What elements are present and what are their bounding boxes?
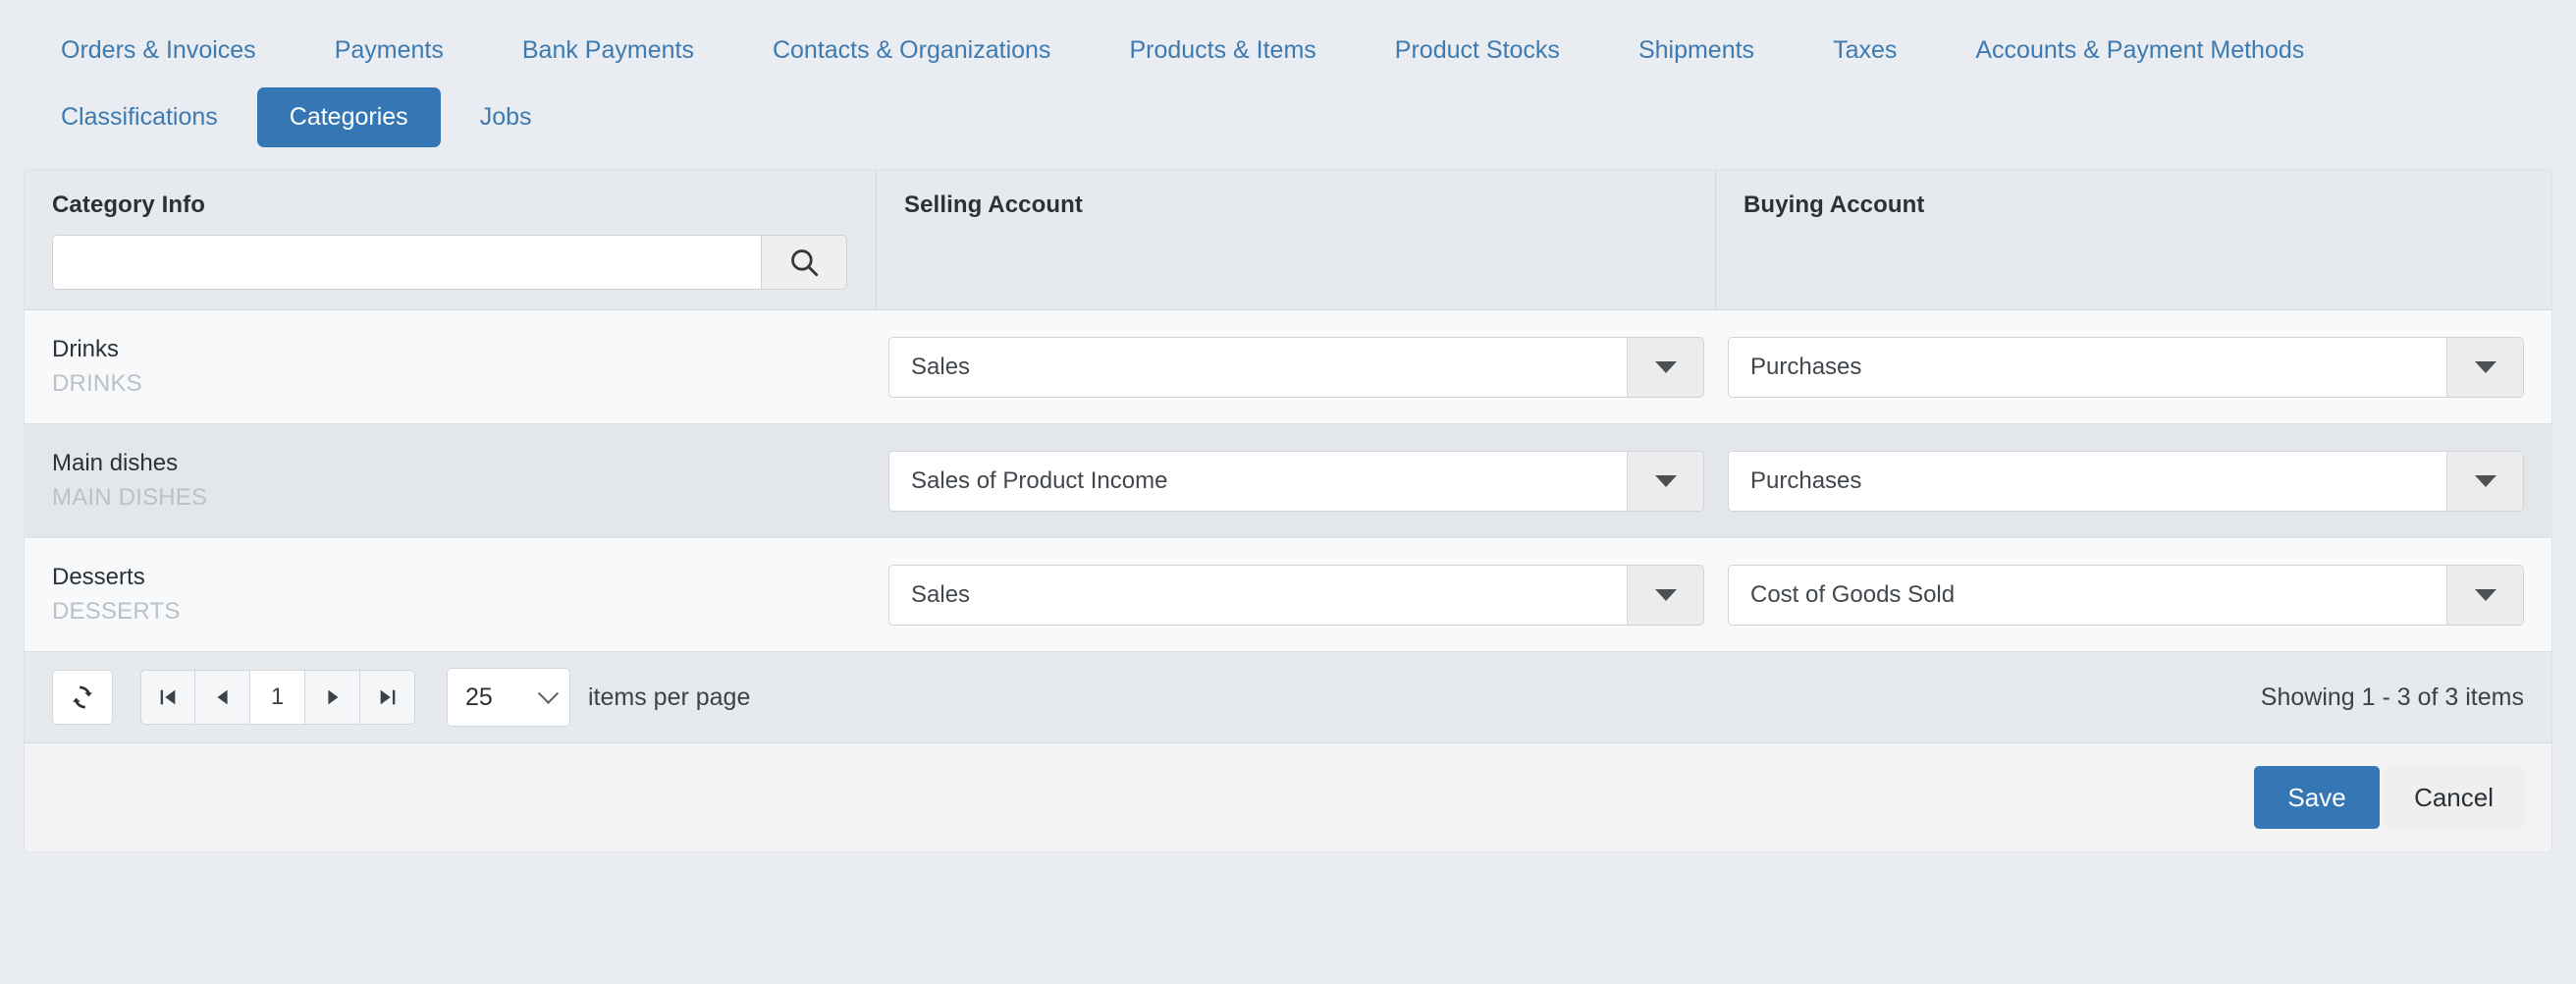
chevron-down-icon	[2474, 360, 2496, 373]
nav-item-jobs[interactable]: Jobs	[441, 104, 571, 130]
nav-item-taxes[interactable]: Taxes	[1794, 37, 1936, 63]
selling-account-dropdown[interactable]: Sales	[888, 564, 1704, 626]
previous-page-icon	[212, 686, 234, 708]
category-name: Main dishes	[52, 449, 179, 476]
cell-selling-account: Sales	[877, 538, 1716, 651]
nav-row-secondary: Classifications Categories Jobs	[0, 79, 2576, 151]
cell-buying-account: Purchases	[1716, 424, 2551, 537]
column-header-selling-account: Selling Account	[877, 170, 1716, 309]
chevron-down-icon	[2474, 474, 2496, 487]
selling-account-dropdown-toggle[interactable]	[1627, 451, 1703, 511]
page-navigation-group: 1	[140, 670, 415, 725]
main-navigation: Orders & Invoices Payments Bank Payments…	[0, 0, 2576, 151]
selling-account-value[interactable]: Sales	[889, 337, 1627, 397]
chevron-down-icon	[2474, 588, 2496, 601]
search-button[interactable]	[761, 235, 847, 290]
first-page-button[interactable]	[140, 670, 195, 725]
column-title-selling-account: Selling Account	[904, 191, 1083, 218]
search-input[interactable]	[52, 235, 761, 290]
chevron-down-icon	[537, 683, 560, 704]
selling-account-dropdown[interactable]: Sales of Product Income	[888, 450, 1704, 512]
buying-account-dropdown[interactable]: Purchases	[1728, 450, 2524, 512]
refresh-button[interactable]	[52, 670, 113, 725]
buying-account-dropdown-toggle[interactable]	[2446, 565, 2523, 625]
nav-item-categories[interactable]: Categories	[256, 86, 441, 147]
category-code: MAIN DISHES	[52, 483, 208, 511]
first-page-icon	[157, 686, 179, 708]
chevron-down-icon	[1654, 588, 1677, 601]
buying-account-dropdown-toggle[interactable]	[2446, 451, 2523, 511]
buying-account-value[interactable]: Purchases	[1729, 337, 2446, 397]
form-actions: Save Cancel	[25, 743, 2551, 851]
cancel-button[interactable]: Cancel	[2384, 766, 2524, 829]
column-header-category-info: Category Info	[25, 170, 877, 309]
grid-header: Category Info Selling Account Buying Acc…	[25, 170, 2551, 310]
column-title-category-info: Category Info	[52, 191, 205, 218]
previous-page-button[interactable]	[195, 670, 250, 725]
chevron-down-icon	[1654, 360, 1677, 373]
column-title-buying-account: Buying Account	[1744, 191, 1925, 218]
showing-items-status: Showing 1 - 3 of 3 items	[2260, 683, 2524, 711]
category-name: Drinks	[52, 335, 120, 362]
category-code: DESSERTS	[52, 597, 181, 625]
buying-account-dropdown[interactable]: Purchases	[1728, 336, 2524, 398]
selling-account-dropdown-toggle[interactable]	[1627, 565, 1703, 625]
last-page-button[interactable]	[360, 670, 415, 725]
buying-account-value[interactable]: Purchases	[1729, 451, 2446, 511]
cell-buying-account: Purchases	[1716, 310, 2551, 423]
next-page-button[interactable]	[305, 670, 360, 725]
categories-panel: Category Info Selling Account Buying Acc…	[24, 169, 2552, 852]
table-row: Main dishes MAIN DISHES Sales of Product…	[25, 424, 2551, 538]
selling-account-dropdown[interactable]: Sales	[888, 336, 1704, 398]
cell-category-info: Main dishes MAIN DISHES	[25, 424, 877, 537]
page-size-select[interactable]: 25	[447, 668, 570, 727]
cell-selling-account: Sales	[877, 310, 1716, 423]
chevron-down-icon	[1654, 474, 1677, 487]
search-icon	[787, 246, 821, 279]
last-page-icon	[377, 686, 399, 708]
next-page-icon	[322, 686, 344, 708]
nav-item-products-items[interactable]: Products & Items	[1090, 37, 1355, 63]
current-page-button[interactable]: 1	[250, 670, 305, 725]
nav-item-accounts-payment-methods[interactable]: Accounts & Payment Methods	[1936, 37, 2343, 63]
category-name: Desserts	[52, 563, 145, 590]
page-size-label: items per page	[588, 683, 751, 711]
category-code: DRINKS	[52, 369, 142, 397]
table-row: Drinks DRINKS Sales Purchases	[25, 310, 2551, 424]
nav-item-contacts-organizations[interactable]: Contacts & Organizations	[733, 37, 1090, 63]
nav-item-classifications[interactable]: Classifications	[41, 104, 257, 130]
cell-selling-account: Sales of Product Income	[877, 424, 1716, 537]
cell-category-info: Drinks DRINKS	[25, 310, 877, 423]
table-row: Desserts DESSERTS Sales Cost of Goods So…	[25, 538, 2551, 652]
buying-account-value[interactable]: Cost of Goods Sold	[1729, 565, 2446, 625]
buying-account-dropdown[interactable]: Cost of Goods Sold	[1728, 564, 2524, 626]
selling-account-value[interactable]: Sales	[889, 565, 1627, 625]
refresh-icon	[69, 683, 96, 711]
cell-buying-account: Cost of Goods Sold	[1716, 538, 2551, 651]
selling-account-value[interactable]: Sales of Product Income	[889, 451, 1627, 511]
pagination-toolbar: 1 25 items per page Showing 1 - 3 of 3 i…	[25, 652, 2551, 743]
buying-account-dropdown-toggle[interactable]	[2446, 337, 2523, 397]
cell-category-info: Desserts DESSERTS	[25, 538, 877, 651]
category-search	[52, 235, 847, 290]
column-header-buying-account: Buying Account	[1716, 170, 2551, 309]
page-size-value: 25	[465, 683, 493, 711]
nav-row-primary: Orders & Invoices Payments Bank Payments…	[0, 22, 2576, 79]
nav-item-product-stocks[interactable]: Product Stocks	[1356, 37, 1599, 63]
nav-item-bank-payments[interactable]: Bank Payments	[483, 37, 733, 63]
save-button[interactable]: Save	[2254, 766, 2381, 829]
nav-item-payments[interactable]: Payments	[295, 37, 483, 63]
selling-account-dropdown-toggle[interactable]	[1627, 337, 1703, 397]
nav-item-shipments[interactable]: Shipments	[1599, 37, 1794, 63]
nav-item-orders-invoices[interactable]: Orders & Invoices	[41, 37, 295, 63]
